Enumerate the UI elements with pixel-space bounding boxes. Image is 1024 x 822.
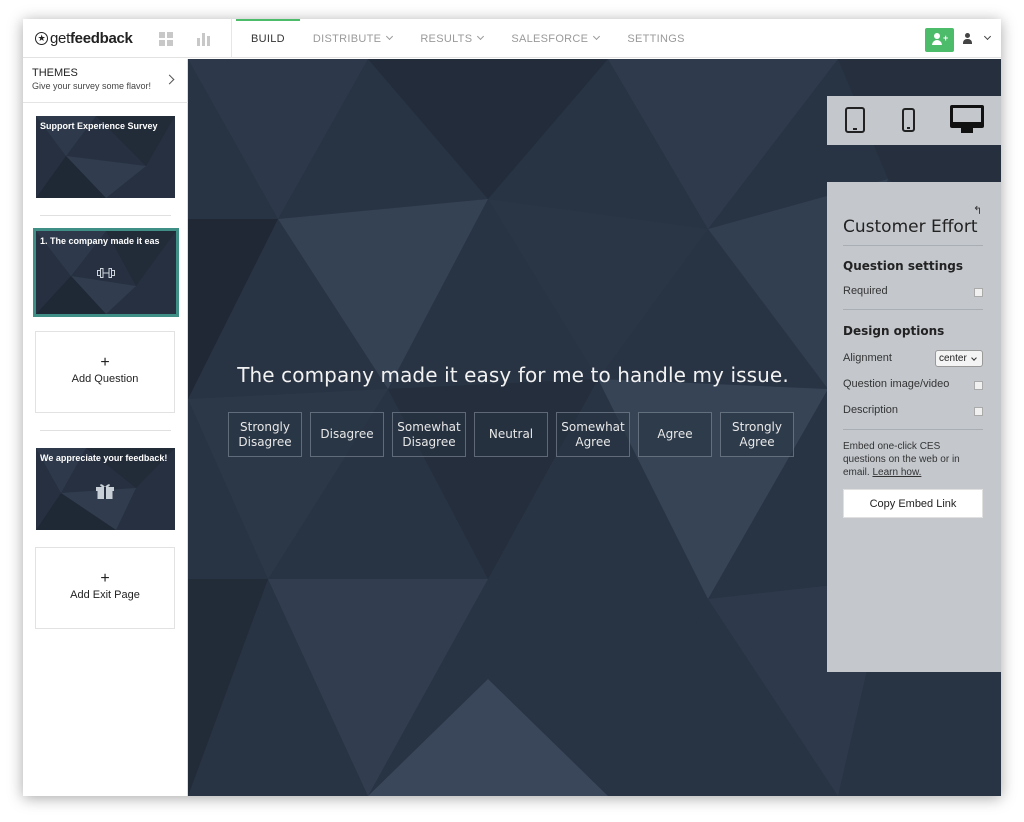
divider (843, 245, 983, 246)
chevron-down-icon (983, 32, 992, 41)
gift-icon (96, 484, 114, 499)
divider (843, 429, 983, 430)
sidebar: THEMES Give your survey some flavor! Sup… (23, 59, 188, 796)
back-arrow-icon[interactable]: ↰ (973, 204, 982, 217)
logo-text-bold: feedback (69, 30, 133, 47)
design-options-heading: Design options (843, 324, 945, 338)
add-user-icon (934, 33, 940, 39)
chevron-down-icon (477, 32, 485, 41)
option-neutral[interactable]: Neutral (474, 412, 548, 457)
divider (40, 215, 171, 216)
option-somewhat-agree[interactable]: Somewhat Agree (556, 412, 630, 457)
divider (231, 19, 232, 58)
panel-title: Customer Effort (843, 217, 978, 237)
nav-salesforce[interactable]: SALESFORCE (508, 19, 602, 58)
option-agree[interactable]: Agree (638, 412, 712, 457)
logo[interactable]: ★ get feedback (35, 30, 133, 47)
dashboard-grid-icon[interactable] (159, 32, 173, 46)
copy-embed-link-button[interactable]: Copy Embed Link (843, 489, 983, 518)
add-exit-page-button[interactable]: + Add Exit Page (35, 547, 175, 629)
add-exit-page-label: Add Exit Page (70, 589, 140, 601)
top-bar: ★ get feedback BUILD DISTRIBUTE RESULTS S… (23, 19, 1001, 58)
nav-distribute[interactable]: DISTRIBUTE (310, 19, 395, 58)
nav-settings[interactable]: SETTINGS (624, 19, 687, 58)
learn-how-link[interactable]: Learn how. (872, 467, 921, 478)
chevron-down-icon (386, 32, 394, 41)
user-menu[interactable] (963, 32, 992, 46)
card-title: Support Experience Survey (40, 121, 158, 131)
chevron-right-icon (164, 74, 175, 85)
drag-handle-icon[interactable] (97, 267, 115, 279)
add-question-label: Add Question (71, 373, 139, 385)
description-checkbox[interactable] (974, 407, 983, 416)
chevron-down-icon (971, 355, 977, 361)
option-disagree[interactable]: Disagree (310, 412, 384, 457)
analytics-bars-icon[interactable] (197, 32, 211, 46)
plus-icon: + (100, 570, 110, 587)
welcome-page-card[interactable]: Support Experience Survey (36, 116, 175, 198)
desktop-icon[interactable] (950, 105, 984, 133)
divider (843, 309, 983, 310)
app-window: ★ get feedback BUILD DISTRIBUTE RESULTS S… (23, 19, 1001, 796)
main-nav: BUILD DISTRIBUTE RESULTS SALESFORCE SETT… (236, 19, 710, 58)
question-image-label: Question image/video (843, 378, 950, 390)
question-image-checkbox[interactable] (974, 381, 983, 390)
card-title: 1. The company made it eas (40, 236, 160, 246)
card-title: We appreciate your feedback! (40, 453, 168, 463)
required-checkbox[interactable] (974, 288, 983, 297)
tablet-icon[interactable] (845, 107, 865, 133)
nav-results[interactable]: RESULTS (417, 19, 486, 58)
chevron-down-icon (593, 32, 601, 41)
add-question-button[interactable]: + Add Question (35, 331, 175, 413)
themes-title: THEMES (32, 67, 78, 79)
option-strongly-agree[interactable]: Strongly Agree (720, 412, 794, 457)
question-settings-panel: ↰ Customer Effort Question settings Requ… (827, 182, 1001, 672)
logo-text-prefix: get (50, 30, 70, 47)
logo-star-icon: ★ (35, 32, 48, 45)
exit-page-card[interactable]: We appreciate your feedback! (36, 448, 175, 530)
question-settings-heading: Question settings (843, 259, 963, 273)
alignment-select[interactable]: center (935, 350, 983, 367)
option-somewhat-disagree[interactable]: Somewhat Disagree (392, 412, 466, 457)
divider (40, 430, 171, 431)
option-strongly-disagree[interactable]: Strongly Disagree (228, 412, 302, 457)
alignment-label: Alignment (843, 352, 892, 364)
required-label: Required (843, 285, 888, 297)
themes-subtitle: Give your survey some flavor! (32, 81, 152, 91)
survey-preview-canvas: The company made it easy for me to handl… (188, 59, 1001, 796)
themes-panel-link[interactable]: THEMES Give your survey some flavor! (23, 59, 188, 103)
phone-icon[interactable] (902, 108, 915, 132)
user-icon (965, 33, 970, 38)
question-page-card[interactable]: 1. The company made it eas (33, 228, 179, 317)
add-collaborator-button[interactable]: + (925, 28, 954, 52)
embed-description: Embed one-click CES questions on the web… (843, 441, 960, 478)
alignment-value: center (939, 353, 967, 364)
nav-build[interactable]: BUILD (236, 19, 300, 58)
plus-icon: + (100, 354, 110, 371)
question-text: The company made it easy for me to handl… (237, 363, 789, 387)
description-label: Description (843, 404, 899, 416)
device-preview-toggle (827, 96, 1001, 145)
answer-options: Strongly Disagree Disagree Somewhat Disa… (228, 412, 794, 457)
